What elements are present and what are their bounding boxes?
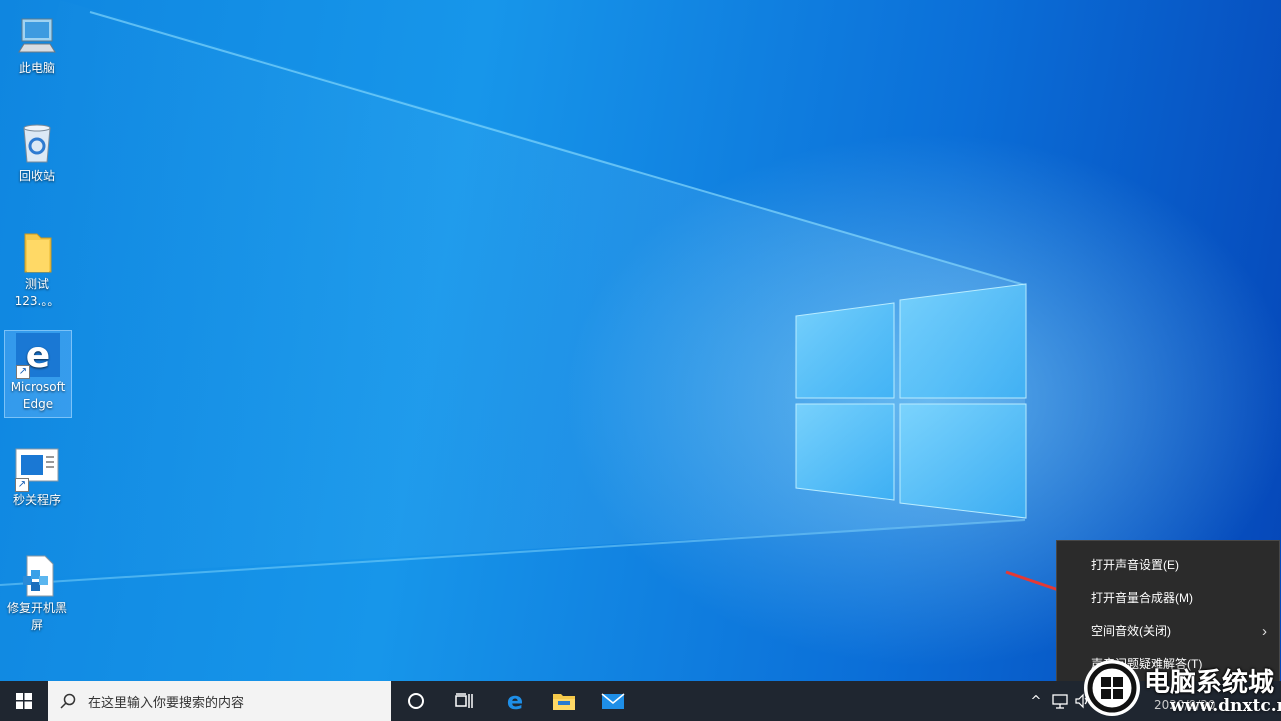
watermark-text: 电脑系统城 bbox=[1144, 668, 1275, 698]
watermark-url: www.dnxtc.net bbox=[1170, 696, 1281, 716]
desktop-icon-label: 此电脑 bbox=[18, 61, 55, 75]
chevron-up-icon: ^ bbox=[1030, 693, 1042, 709]
taskbar-file-explorer-button[interactable] bbox=[540, 681, 588, 721]
app-window-icon: ↗ bbox=[15, 446, 59, 492]
desktop-icon-microsoft-edge[interactable]: e ↗ Microsoft Edge bbox=[4, 330, 72, 418]
menu-item-label: 空间音效(关闭) bbox=[1091, 624, 1171, 638]
shortcut-arrow-icon: ↗ bbox=[16, 365, 30, 379]
shortcut-arrow-icon: ↗ bbox=[15, 478, 29, 492]
start-button[interactable] bbox=[0, 681, 48, 721]
menu-item-label: 打开声音设置(E) bbox=[1091, 558, 1179, 572]
taskbar-edge-button[interactable]: e bbox=[491, 681, 539, 721]
desktop-icon-recycle-bin[interactable]: 回收站 bbox=[4, 114, 70, 185]
chevron-right-icon: › bbox=[1262, 623, 1267, 640]
network-tray-button[interactable] bbox=[1048, 681, 1072, 721]
taskbar-search-box[interactable]: 在这里输入你要搜索的内容 bbox=[48, 681, 391, 721]
search-placeholder: 在这里输入你要搜索的内容 bbox=[88, 695, 245, 711]
site-watermark: 电脑系统城 2020/9/20 www.dnxtc.net bbox=[1082, 656, 1281, 721]
file-explorer-icon bbox=[553, 694, 575, 710]
mail-icon bbox=[601, 693, 625, 709]
recycle-bin-icon bbox=[17, 122, 57, 166]
edge-icon: e bbox=[507, 689, 523, 713]
desktop-icon-folder[interactable]: 测试123.。。 bbox=[4, 222, 70, 310]
menu-item-open-sound-settings[interactable]: 打开声音设置(E) bbox=[1057, 549, 1279, 582]
desktop-icon-label: 回收站 bbox=[18, 169, 55, 183]
svg-text:e: e bbox=[507, 689, 523, 713]
taskbar-mail-button[interactable] bbox=[589, 681, 637, 721]
search-icon bbox=[48, 693, 88, 709]
task-view-icon bbox=[455, 693, 473, 708]
windows-start-icon bbox=[16, 693, 32, 709]
desktop-icon-repair-tool[interactable]: 修复开机黑屏 bbox=[4, 546, 70, 634]
desktop-icon-label: 测试123.。。 bbox=[14, 277, 60, 308]
folder-icon bbox=[17, 230, 57, 274]
desktop-icon-label: 修复开机黑屏 bbox=[6, 601, 67, 632]
edge-icon: e ↗ bbox=[16, 333, 60, 379]
desktop-icon-this-pc[interactable]: 此电脑 bbox=[4, 6, 70, 77]
network-icon bbox=[1052, 694, 1068, 709]
repair-tool-icon bbox=[17, 554, 57, 598]
watermark-logo-icon bbox=[1084, 660, 1140, 716]
menu-item-open-volume-mixer[interactable]: 打开音量合成器(M) bbox=[1057, 582, 1279, 615]
menu-item-spatial-sound[interactable]: 空间音效(关闭) › bbox=[1057, 615, 1279, 648]
cortana-circle-icon bbox=[408, 693, 424, 709]
menu-item-label: 打开音量合成器(M) bbox=[1091, 591, 1193, 605]
desktop-icon-label: 秒关程序 bbox=[12, 493, 61, 507]
show-hidden-icons-button[interactable]: ^ bbox=[1026, 681, 1046, 721]
desktop-icon-app[interactable]: ↗ 秒关程序 bbox=[4, 438, 70, 509]
desktop-icon-label: Microsoft Edge bbox=[10, 380, 66, 411]
task-view-button[interactable] bbox=[440, 681, 488, 721]
this-pc-icon bbox=[17, 14, 57, 58]
cortana-button[interactable] bbox=[392, 681, 440, 721]
